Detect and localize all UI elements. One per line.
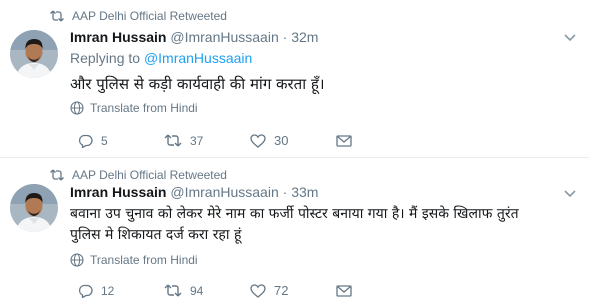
tweet-actions: 12 94 72: [78, 283, 422, 298]
reply-icon: [78, 284, 93, 298]
retweet-icon: [50, 10, 64, 22]
reply-count: 5: [101, 133, 108, 148]
tweet-text-line: बवाना उप चुनाव को लेकर मेरे नाम का फर्जी…: [70, 206, 519, 222]
tweet-actions: 5 37 30: [78, 133, 422, 148]
mention-link[interactable]: @ImranHussaain: [144, 50, 252, 66]
retweet-button[interactable]: 37: [164, 134, 250, 148]
heart-icon: [250, 283, 266, 298]
avatar[interactable]: [10, 30, 58, 78]
globe-icon: [70, 101, 84, 115]
avatar[interactable]: [10, 184, 58, 232]
replying-to: Replying to @ImranHussaain: [70, 50, 252, 66]
translate-label: Translate from Hindi: [90, 253, 198, 267]
direct-message-button[interactable]: [336, 134, 422, 147]
chevron-down-icon[interactable]: [563, 33, 577, 43]
retweet-context: AAP Delhi Official Retweeted: [50, 168, 227, 182]
direct-message-icon: [336, 134, 352, 147]
translate-link[interactable]: Translate from Hindi: [70, 253, 198, 267]
tweet-header: Imran Hussain @ImranHussaain · 33m: [70, 184, 318, 200]
translate-link[interactable]: Translate from Hindi: [70, 101, 198, 115]
retweeted-by-label[interactable]: AAP Delhi Official Retweeted: [72, 168, 227, 182]
separator-dot: ·: [282, 29, 288, 45]
retweet-context: AAP Delhi Official Retweeted: [50, 9, 227, 23]
tweet[interactable]: AAP Delhi Official Retweeted Imran Hussa…: [0, 159, 589, 308]
tweet[interactable]: AAP Delhi Official Retweeted Imran Hussa…: [0, 0, 589, 158]
retweet-button[interactable]: 94: [164, 284, 250, 298]
like-count: 30: [274, 133, 289, 148]
direct-message-icon: [336, 284, 352, 297]
user-handle[interactable]: @ImranHussaain: [170, 184, 278, 200]
display-name[interactable]: Imran Hussain: [70, 29, 166, 45]
tweet-text: और पुलिस से कड़ी कार्यवाही की मांग करता …: [70, 75, 325, 93]
retweet-icon: [164, 284, 182, 297]
direct-message-button[interactable]: [336, 284, 422, 297]
retweet-count: 94: [190, 283, 204, 298]
globe-icon: [70, 253, 84, 267]
tweet-text: बवाना उप चुनाव को लेकर मेरे नाम का फर्जी…: [70, 204, 519, 246]
retweet-icon: [164, 134, 182, 147]
user-handle[interactable]: @ImranHussaain: [170, 29, 278, 45]
like-button[interactable]: 30: [250, 133, 336, 148]
translate-label: Translate from Hindi: [90, 101, 198, 115]
reply-button[interactable]: 5: [78, 134, 164, 148]
chevron-down-icon[interactable]: [563, 189, 577, 199]
timestamp[interactable]: 32m: [291, 29, 318, 45]
reply-button[interactable]: 12: [78, 284, 164, 298]
retweeted-by-label[interactable]: AAP Delhi Official Retweeted: [72, 9, 227, 23]
tweet-text-line: पुलिस मे शिकायत दर्ज करा रहा हूं: [70, 227, 242, 243]
retweet-icon: [50, 169, 64, 181]
replying-to-label: Replying to: [70, 50, 141, 66]
retweet-count: 37: [190, 133, 204, 148]
display-name[interactable]: Imran Hussain: [70, 184, 166, 200]
like-button[interactable]: 72: [250, 283, 336, 298]
separator-dot: ·: [282, 184, 288, 200]
tweet-header: Imran Hussain @ImranHussaain · 32m: [70, 29, 318, 45]
reply-icon: [78, 134, 93, 148]
like-count: 72: [274, 283, 289, 298]
reply-count: 12: [101, 283, 115, 298]
timestamp[interactable]: 33m: [291, 184, 318, 200]
heart-icon: [250, 133, 266, 148]
